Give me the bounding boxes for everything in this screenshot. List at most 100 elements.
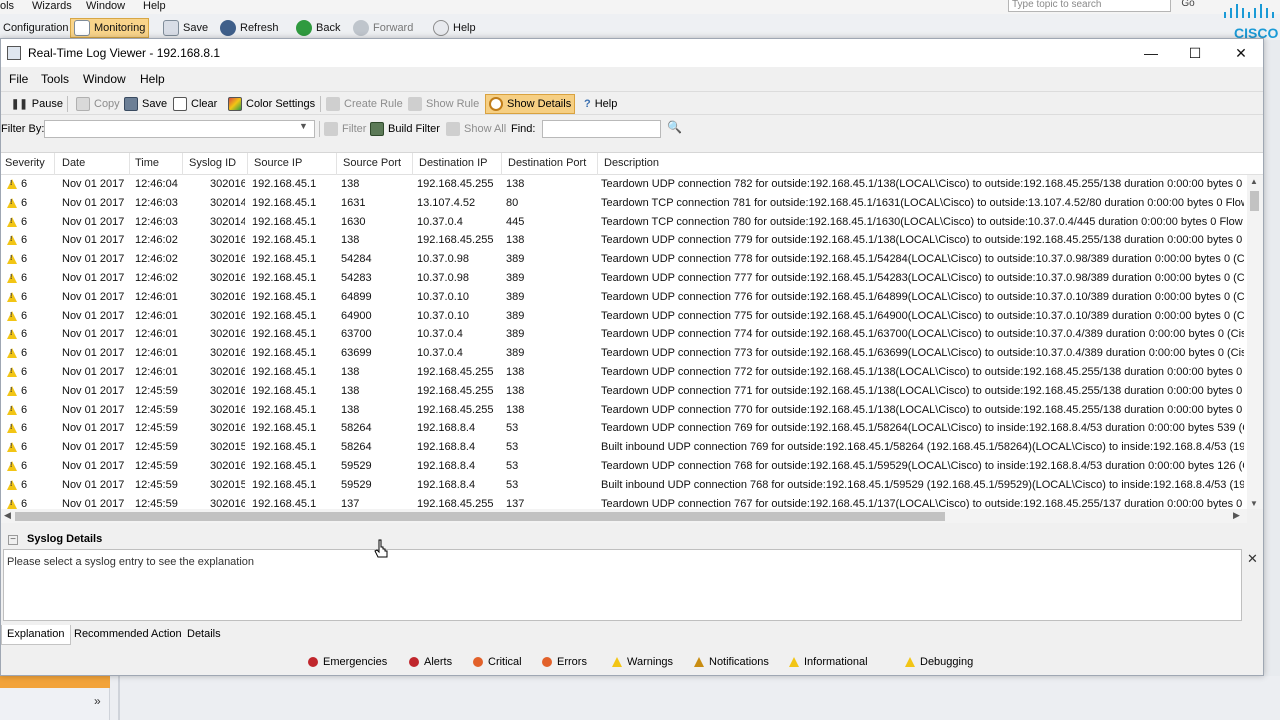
table-row[interactable]: 6 Nov 01 2017 12:46:02 302016 192.168.45.1 13… — [1, 232, 1247, 251]
copy-button[interactable]: Copy — [73, 94, 123, 114]
table-row[interactable]: 6 Nov 01 2017 12:46:01 302016 192.168.45.1 64… — [1, 289, 1247, 308]
save-log-button[interactable]: Save — [121, 94, 170, 114]
vertical-scroll-thumb[interactable] — [1250, 191, 1259, 211]
show-details-button[interactable]: Show Details — [485, 94, 576, 114]
create-rule-button[interactable]: Create Rule — [323, 94, 406, 114]
column-source-ip[interactable]: Source IP — [254, 157, 302, 169]
scroll-up-icon[interactable]: ▲ — [1250, 177, 1258, 186]
table-row[interactable]: 6 Nov 01 2017 12:45:59 302016 192.168.45.1 13… — [1, 402, 1247, 421]
bg-go-button[interactable]: Go — [1177, 0, 1199, 12]
column-source-port[interactable]: Source Port — [343, 157, 401, 169]
find-input[interactable] — [542, 120, 661, 138]
menu-window[interactable]: Window — [83, 72, 126, 86]
scroll-right-icon[interactable]: ▶ — [1233, 510, 1240, 521]
help-toolbar-button[interactable]: ? Help — [581, 94, 620, 114]
table-cell: 54284 — [341, 253, 372, 266]
filter-button[interactable]: Filter — [321, 119, 369, 139]
menu-help[interactable]: Help — [140, 72, 165, 86]
filter-button-label: Filter — [342, 123, 367, 135]
clear-button[interactable]: Clear — [170, 94, 220, 114]
search-icon[interactable]: 🔍 — [667, 120, 682, 134]
table-cell: 302016 — [210, 328, 245, 341]
table-row[interactable]: 6 Nov 01 2017 12:46:01 302016 192.168.45.1 64… — [1, 308, 1247, 327]
column-divider[interactable] — [501, 153, 502, 175]
severity-dot-icon — [542, 657, 552, 667]
table-row[interactable]: 6 Nov 01 2017 12:46:02 302016 192.168.45.1 54… — [1, 251, 1247, 270]
bg-menu-tools[interactable]: ols — [0, 0, 14, 12]
table-row[interactable]: 6 Nov 01 2017 12:45:59 302015 192.168.45.1 58… — [1, 439, 1247, 458]
show-rule-button[interactable]: Show Rule — [405, 94, 482, 114]
column-destination-ip[interactable]: Destination IP — [419, 157, 487, 169]
table-row[interactable]: 6 Nov 01 2017 12:45:59 302016 192.168.45.1 59… — [1, 458, 1247, 477]
scroll-left-icon[interactable]: ◀ — [4, 510, 11, 521]
column-divider[interactable] — [336, 153, 337, 175]
bg-save-button[interactable]: Save — [160, 18, 211, 38]
column-divider[interactable] — [412, 153, 413, 175]
table-cell: 12:45:59 — [135, 478, 178, 491]
column-divider[interactable] — [597, 153, 598, 175]
column-divider[interactable] — [247, 153, 248, 175]
details-close-button[interactable]: ✕ — [1247, 551, 1258, 567]
column-divider[interactable] — [129, 153, 130, 175]
bg-configuration-button[interactable]: Configuration — [0, 18, 71, 38]
bg-menu-help[interactable]: Help — [143, 0, 166, 12]
maximize-button[interactable]: ☐ — [1173, 39, 1217, 67]
bg-search-input[interactable]: Type topic to search — [1008, 0, 1171, 12]
background-divider[interactable] — [118, 676, 120, 720]
table-row[interactable]: 6 Nov 01 2017 12:46:03 302014 192.168.45.1 16… — [1, 214, 1247, 233]
table-row[interactable]: 6 Nov 01 2017 12:46:04 302016 192.168.45.1 13… — [1, 176, 1247, 195]
column-divider[interactable] — [182, 153, 183, 175]
column-destination-port[interactable]: Destination Port — [508, 157, 586, 169]
table-row[interactable]: 6 Nov 01 2017 12:46:03 302014 192.168.45.1 16… — [1, 195, 1247, 214]
bg-forward-button[interactable]: Forward — [350, 18, 416, 38]
tab-explanation[interactable]: Explanation — [1, 625, 71, 645]
table-cell: Nov 01 2017 — [62, 215, 125, 228]
warning-triangle-icon — [7, 404, 17, 415]
table-cell: 302014 — [210, 215, 245, 228]
table-row[interactable]: 6 Nov 01 2017 12:45:59 302015 192.168.45.1 59… — [1, 477, 1247, 496]
table-row[interactable]: 6 Nov 01 2017 12:46:01 302016 192.168.45.1 63… — [1, 345, 1247, 364]
menu-file[interactable]: File — [9, 72, 28, 86]
column-divider[interactable] — [54, 153, 55, 175]
filter-by-select[interactable] — [44, 120, 315, 138]
table-cell: 80 — [506, 196, 519, 209]
bg-refresh-button[interactable]: Refresh — [217, 18, 282, 38]
table-row[interactable]: 6 Nov 01 2017 12:45:59 302016 192.168.45.1 13… — [1, 383, 1247, 402]
table-row[interactable]: 6 Nov 01 2017 12:45:59 302016 192.168.45.1 13… — [1, 496, 1247, 509]
minimize-button[interactable]: — — [1129, 39, 1173, 67]
create-rule-icon — [326, 97, 340, 111]
build-filter-button[interactable]: Build Filter — [367, 119, 443, 139]
chevron-double-right-icon[interactable]: » — [94, 694, 101, 708]
chevron-down-icon[interactable]: ▼ — [299, 121, 308, 131]
column-time[interactable]: Time — [135, 157, 159, 169]
table-cell: 13.107.4.52 — [417, 196, 476, 209]
bg-menu-window[interactable]: Window — [86, 0, 125, 12]
show-all-button[interactable]: Show All — [443, 119, 509, 139]
horizontal-scroll-thumb[interactable] — [15, 512, 945, 521]
column-date[interactable]: Date — [62, 157, 85, 169]
column-description[interactable]: Description — [604, 157, 659, 169]
close-button[interactable]: ✕ — [1219, 39, 1263, 67]
pause-button[interactable]: ❚❚ Pause — [8, 94, 66, 114]
horizontal-scrollbar[interactable]: ◀ ▶ — [1, 509, 1247, 523]
vertical-scrollbar[interactable]: ▲ ▼ — [1247, 175, 1263, 509]
column-syslog-id[interactable]: Syslog ID — [189, 157, 236, 169]
table-row[interactable]: 6 Nov 01 2017 12:46:01 302016 192.168.45.1 63… — [1, 326, 1247, 345]
collapse-icon[interactable]: − — [8, 535, 18, 545]
column-severity[interactable]: Severity — [5, 157, 45, 169]
bg-menu-wizards[interactable]: Wizards — [32, 0, 72, 12]
menu-tools[interactable]: Tools — [41, 72, 69, 86]
table-row[interactable]: 6 Nov 01 2017 12:46:02 302016 192.168.45.1 54… — [1, 270, 1247, 289]
tab-recommended-action[interactable]: Recommended Action — [69, 625, 187, 645]
bg-help-button[interactable]: Help — [430, 18, 479, 38]
table-cell: 302016 — [210, 459, 245, 472]
bg-back-button[interactable]: Back — [293, 18, 343, 38]
table-row[interactable]: 6 Nov 01 2017 12:46:01 302016 192.168.45.1 13… — [1, 364, 1247, 383]
window-titlebar[interactable]: Real-Time Log Viewer - 192.168.8.1 — ☐ ✕ — [1, 39, 1263, 67]
table-cell: 138 — [506, 178, 525, 190]
tab-details[interactable]: Details — [182, 625, 226, 645]
color-settings-button[interactable]: Color Settings — [225, 94, 318, 114]
scroll-down-icon[interactable]: ▼ — [1250, 499, 1258, 508]
table-row[interactable]: 6 Nov 01 2017 12:45:59 302016 192.168.45.1 58… — [1, 420, 1247, 439]
bg-monitoring-button[interactable]: Monitoring — [70, 18, 150, 38]
